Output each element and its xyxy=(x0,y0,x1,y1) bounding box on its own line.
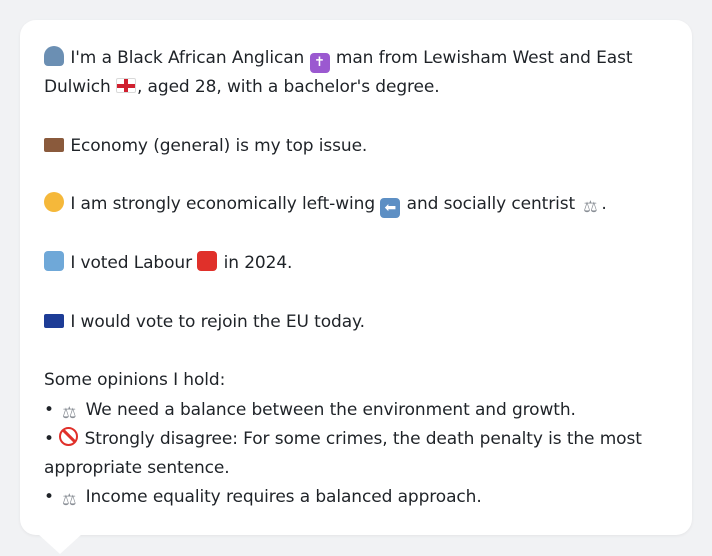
balance-scale-icon: ⚖ xyxy=(62,402,77,422)
eu-text: I would vote to rejoin the EU today. xyxy=(70,311,365,332)
opinion-text: Strongly disagree: For some crimes, the … xyxy=(44,428,642,479)
vote-text-b: in 2024. xyxy=(223,253,293,274)
vote-line: I voted Labour in 2024. xyxy=(44,249,668,278)
opinion-item: • ⚖ We need a balance between the enviro… xyxy=(44,396,668,425)
ballot-box-icon xyxy=(44,251,64,272)
opinion-item: • ⚖ Income equality requires a balanced … xyxy=(44,483,668,512)
top-issue-line: Economy (general) is my top issue. xyxy=(44,132,668,161)
latin-cross-icon: ✝ xyxy=(309,53,330,73)
opinion-text: Income equality requires a balanced appr… xyxy=(85,487,482,508)
eu-line: I would vote to rejoin the EU today. xyxy=(44,308,668,337)
red-square-icon xyxy=(197,251,218,272)
money-icon xyxy=(44,137,64,152)
left-arrow-icon: ⬅ xyxy=(380,198,401,219)
intro-text-c: , aged 28, with a bachelor's degree. xyxy=(136,77,440,98)
ideology-text-b: and socially centrist xyxy=(406,194,576,215)
speech-bubble-tail xyxy=(38,534,82,554)
opinion-text: We need a balance between the environmen… xyxy=(85,399,576,420)
bullet: • xyxy=(44,428,54,449)
persona-card: I'm a Black African Anglican ✝ man from … xyxy=(20,20,692,535)
bullet: • xyxy=(44,487,54,508)
prohibited-icon xyxy=(59,426,79,446)
intro-text-a: I'm a Black African Anglican xyxy=(70,48,305,68)
england-flag-icon xyxy=(115,78,136,94)
opinion-item: • Strongly disagree: For some crimes, th… xyxy=(44,425,668,484)
intro-line: I'm a Black African Anglican ✝ man from … xyxy=(44,44,668,103)
ideology-line: I am strongly economically left-wing ⬅ a… xyxy=(44,190,668,219)
balance-scale-icon: ⚖ xyxy=(583,197,598,217)
top-issue-text: Economy (general) is my top issue. xyxy=(70,135,368,156)
ideology-text-a: I am strongly economically left-wing xyxy=(70,194,376,215)
bust-in-silhouette-icon xyxy=(44,46,64,66)
bullet: • xyxy=(44,399,54,420)
opinions-header: Some opinions I hold: xyxy=(44,370,226,391)
balance-scale-icon: ⚖ xyxy=(62,490,77,510)
eu-flag-icon xyxy=(44,313,64,328)
thinking-face-icon xyxy=(44,192,64,213)
ideology-end: . xyxy=(601,194,607,215)
vote-text-a: I voted Labour xyxy=(70,253,192,274)
